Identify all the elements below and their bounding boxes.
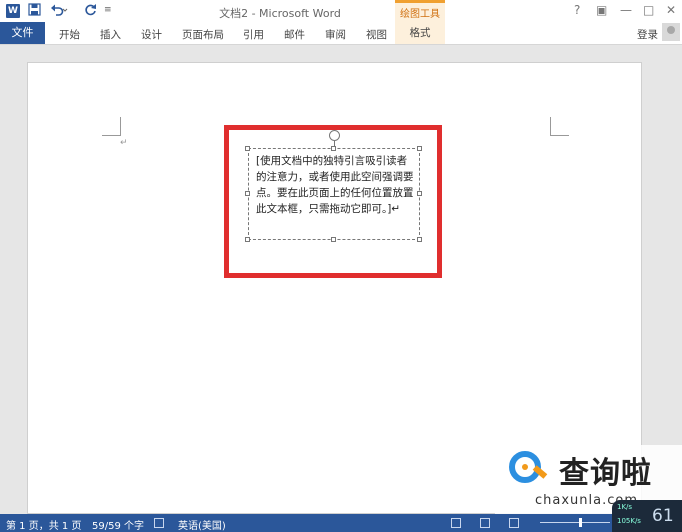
pull-quote-textbox[interactable]: [使用文档中的独特引言吸引读者的注意力，或者使用此空间强调要点。要在此页面上的任… [248,148,420,240]
contextual-tab-group: 绘图工具 [395,0,445,22]
ribbon-tab-row: 文件 开始 插入 设计 页面布局 引用 邮件 审阅 视图 格式 登录 [0,22,682,45]
proofing-icon[interactable] [154,518,164,528]
redo-icon[interactable] [84,3,97,19]
save-icon[interactable] [28,3,41,19]
web-layout-icon[interactable] [509,518,519,528]
signin-link[interactable]: 登录 [637,27,658,42]
upload-speed: 1K/s [617,503,633,511]
textbox-content[interactable]: [使用文档中的独特引言吸引读者的注意力，或者使用此空间强调要点。要在此页面上的任… [256,153,416,217]
maximize-icon[interactable]: □ [643,3,654,17]
status-bar: 第 1 页，共 1 页 59/59 个字 英语(美国) [0,514,682,532]
title-bar: W ≡ 文档2 - Microsoft Word 绘图工具 ? ▣ — □ ✕ [0,0,682,22]
resize-handle-left[interactable] [245,191,250,196]
contextual-group-label: 绘图工具 [400,9,440,20]
resize-handle-bottom[interactable] [331,237,336,242]
margin-corner-top-right [550,117,569,136]
network-speed-widget: 1K/s 105K/s 61 [612,500,682,532]
word-count[interactable]: 59/59 个字 [92,517,144,532]
resize-handle-top-right[interactable] [417,146,422,151]
undo-icon[interactable] [50,3,68,19]
help-icon[interactable]: ? [574,3,580,17]
page-count[interactable]: 第 1 页，共 1 页 [6,517,81,532]
watermark-logo-icon [509,451,541,483]
avatar[interactable] [662,23,680,41]
paragraph-mark: ↵ [120,138,128,148]
tab-insert[interactable]: 插入 [100,27,121,42]
resize-handle-bottom-right[interactable] [417,237,422,242]
tab-format[interactable]: 格式 [395,22,445,44]
window-title: 文档2 - Microsoft Word [219,7,341,20]
word-logo-icon: W [6,4,20,18]
tab-review[interactable]: 审阅 [325,27,346,42]
customize-qat-icon[interactable]: ≡ [104,5,112,15]
close-icon[interactable]: ✕ [666,3,676,17]
watermark-title: 查询啦 [559,456,652,491]
resize-handle-right[interactable] [417,191,422,196]
download-speed: 105K/s [617,517,641,525]
tab-home[interactable]: 开始 [59,27,80,42]
resize-handle-top-left[interactable] [245,146,250,151]
tab-design[interactable]: 设计 [141,27,162,42]
tab-references[interactable]: 引用 [243,27,264,42]
zoom-slider[interactable] [540,522,610,523]
zoom-slider-thumb[interactable] [579,518,582,527]
print-layout-icon[interactable] [480,518,490,528]
resize-handle-top[interactable] [331,146,336,151]
rotate-handle-icon[interactable] [329,130,340,141]
read-mode-icon[interactable] [451,518,461,528]
ribbon-display-icon[interactable]: ▣ [596,3,607,17]
language-indicator[interactable]: 英语(美国) [178,517,226,532]
tab-file[interactable]: 文件 [0,22,45,44]
network-percent: 61 [652,506,674,526]
resize-handle-bottom-left[interactable] [245,237,250,242]
minimize-icon[interactable]: — [620,3,632,17]
tab-page-layout[interactable]: 页面布局 [182,27,224,42]
tab-view[interactable]: 视图 [366,27,387,42]
margin-corner-top-left [102,117,121,136]
tab-mailings[interactable]: 邮件 [284,27,305,42]
